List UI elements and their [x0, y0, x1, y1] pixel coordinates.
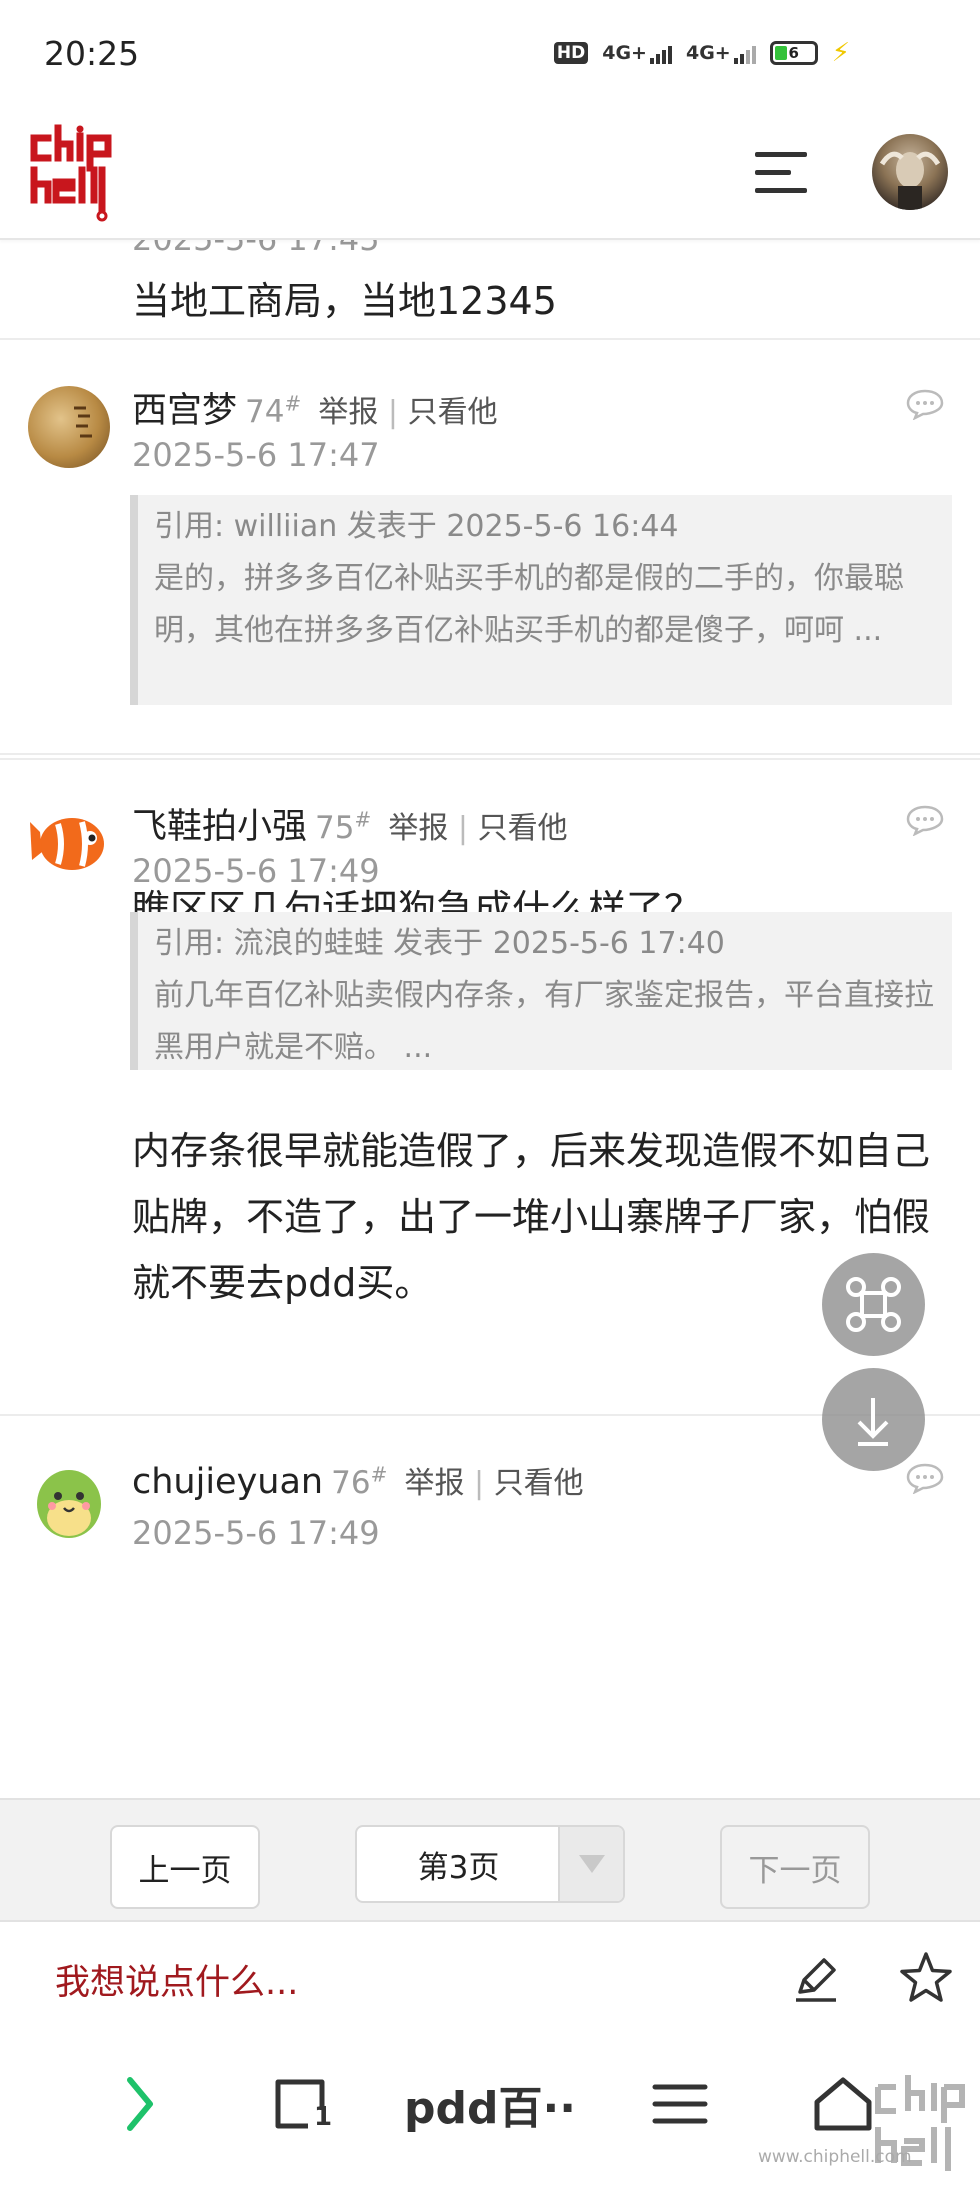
avatar[interactable]	[28, 386, 110, 468]
edit-icon[interactable]	[790, 1952, 842, 2004]
hd-voice-icon: HD	[553, 42, 589, 64]
report-link[interactable]: 举报	[388, 811, 448, 846]
scroll-down-button[interactable]	[822, 1368, 925, 1471]
tab-count: 1	[314, 2102, 333, 2132]
quote-header: 引用: williian 发表于 2025-5-6 16:44	[154, 509, 679, 544]
post-time: 2025-5-6 17:49	[132, 1514, 380, 1552]
reply-icon[interactable]	[905, 804, 945, 836]
separator: |	[387, 395, 399, 430]
comment-bar: 我想说点什么...	[0, 1922, 980, 2034]
signal-icon-2: 4G+	[686, 42, 756, 64]
post-time: 2025-5-6 17:47	[132, 436, 380, 474]
only-him-link[interactable]: 只看他	[408, 395, 498, 430]
post-list: 2025-5-6 17:45 当地工商局，当地12345 西宫梦74# 举报 |…	[0, 240, 980, 1798]
current-page-label: 第3页	[417, 1849, 500, 1886]
quote-block: 引用: williian 发表于 2025-5-6 16:44 是的，拼多多百亿…	[130, 495, 952, 705]
separator: |	[457, 811, 469, 846]
watermark: www.chiphell.com	[758, 2067, 968, 2177]
status-bar: 20:25 HD 4G+ 4G+ 6 ⚡	[0, 0, 980, 110]
menu-icon	[652, 2084, 708, 2124]
floor-number: 75#	[315, 807, 372, 846]
post-item: 2025-5-6 17:45 当地工商局，当地12345	[0, 240, 980, 340]
battery-icon: 6	[769, 41, 818, 65]
floor-number: 74#	[245, 391, 302, 430]
quote-header: 引用: 流浪的蛙蛙 发表于 2025-5-6 17:40	[154, 926, 725, 961]
only-him-link[interactable]: 只看他	[478, 811, 568, 846]
reply-icon[interactable]	[905, 388, 945, 420]
chevron-right-icon	[127, 2077, 153, 2131]
avatar[interactable]	[28, 1462, 110, 1544]
site-header	[0, 110, 980, 240]
chiphell-logo[interactable]	[30, 124, 114, 224]
status-time: 20:25	[44, 34, 140, 73]
post-item: chujieyuan 76# 举报 | 只看他 2025-5-6 17:49	[0, 1418, 980, 1798]
comment-input[interactable]: 我想说点什么...	[55, 1954, 298, 2005]
prev-page-button[interactable]: 上一页	[110, 1825, 260, 1909]
pagination: 上一页 第3页 下一页	[0, 1798, 980, 1922]
user-avatar[interactable]	[872, 134, 948, 210]
page-select[interactable]: 第3页	[355, 1825, 625, 1903]
floor-number: 76#	[331, 1462, 388, 1501]
quote-block: 引用: 流浪的蛙蛙 发表于 2025-5-6 17:40 前几年百亿补贴卖假内存…	[130, 912, 952, 1070]
post-time: 2025-5-6 17:49	[132, 852, 380, 890]
chevron-down-icon	[558, 1827, 623, 1901]
charging-icon: ⚡	[831, 38, 850, 68]
command-icon	[846, 1277, 901, 1332]
menu-button[interactable]	[645, 2064, 715, 2144]
signal-icon: 4G+	[602, 42, 672, 64]
post-body: 当地工商局，当地12345	[132, 279, 557, 323]
report-link[interactable]: 举报	[404, 1466, 464, 1501]
star-icon[interactable]	[898, 1950, 954, 2006]
next-page-button[interactable]: 下一页	[720, 1825, 870, 1909]
forward-button[interactable]	[105, 2064, 175, 2144]
only-him-link[interactable]: 只看他	[494, 1466, 584, 1501]
quick-nav-button[interactable]	[822, 1253, 925, 1356]
report-link[interactable]: 举报	[318, 395, 378, 430]
page-title[interactable]: pdd百··	[395, 2064, 585, 2144]
quote-text: 前几年百亿补贴卖假内存条，有厂家鉴定报告，平台直接拉黑用户就是不赔。 ...	[154, 978, 934, 1065]
avatar[interactable]	[28, 802, 110, 884]
post-item: 西宫梦 74# 举报 | 只看他 2025-5-6 17:47 引用: willi…	[0, 340, 980, 931]
hamburger-menu-icon[interactable]	[755, 148, 811, 198]
author-name[interactable]: 西宫梦	[132, 391, 237, 431]
watermark-url: www.chiphell.com	[758, 2147, 912, 2167]
status-icons: HD 4G+ 4G+ 6 ⚡	[553, 38, 850, 68]
arrow-down-icon	[857, 1398, 889, 1446]
post-time: 2025-5-6 17:45	[132, 240, 380, 258]
browser-toolbar: 1 pdd百·· www.chiphell.com	[0, 2034, 980, 2185]
post-author[interactable]: 西宫梦 74# 举报 | 只看他	[132, 382, 498, 433]
post-author[interactable]: chujieyuan 76# 举报 | 只看他	[132, 1458, 584, 1502]
author-name[interactable]: 飞鞋拍小强	[132, 807, 307, 847]
post-author[interactable]: 飞鞋拍小强 75# 举报 | 只看他	[132, 798, 568, 849]
tabs-button[interactable]: 1	[262, 2064, 342, 2144]
author-name[interactable]: chujieyuan	[132, 1462, 323, 1502]
separator: |	[474, 1466, 485, 1501]
quote-text: 是的，拼多多百亿补贴买手机的都是假的二手的，你最聪明，其他在拼多多百亿补贴买手机…	[154, 561, 904, 648]
